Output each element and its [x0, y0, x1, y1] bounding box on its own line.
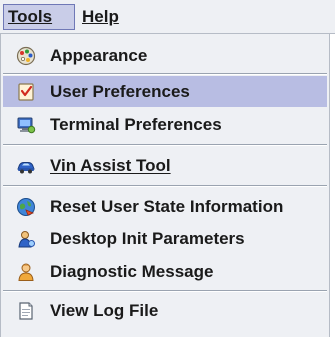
appearance-icon: [16, 46, 36, 66]
user-preferences-icon: [18, 83, 34, 101]
menu-item-label: Appearance: [50, 46, 148, 65]
menu-item-diagnostic-message[interactable]: Diagnostic Message: [3, 256, 327, 287]
menu-separator: [3, 144, 327, 146]
menu-item-terminal-preferences[interactable]: Terminal Preferences: [3, 109, 327, 140]
menu-item-label: Vin Assist Tool: [50, 156, 171, 175]
menu-help[interactable]: Help: [78, 4, 138, 30]
document-icon: [19, 302, 33, 320]
menu-item-appearance[interactable]: Appearance: [3, 40, 327, 71]
menu-item-desktop-init-parameters[interactable]: Desktop Init Parameters: [3, 223, 327, 254]
desktop-init-icon: [18, 231, 35, 248]
menu-item-label: Diagnostic Message: [50, 262, 214, 281]
tools-dropdown-menu: Appearance User Preferences Terminal Pre…: [0, 34, 330, 337]
menu-item-label: User Preferences: [50, 82, 190, 101]
menu-item-user-preferences[interactable]: User Preferences: [3, 76, 327, 107]
menu-help-label: Help: [82, 7, 119, 26]
menu-item-label: Reset User State Information: [50, 197, 284, 216]
menu-item-label: Terminal Preferences: [50, 115, 222, 134]
menu-separator: [3, 73, 327, 75]
menu-bar: Tools Help: [0, 0, 335, 34]
user-person-icon: [18, 263, 34, 281]
menu-item-vin-assist-tool[interactable]: Vin Assist Tool: [3, 150, 327, 181]
menu-separator: [3, 185, 327, 187]
reset-globe-icon: [17, 198, 35, 216]
menu-tools-label: Tools: [8, 7, 53, 26]
menu-item-label: Desktop Init Parameters: [50, 229, 245, 248]
menu-item-reset-user-state[interactable]: Reset User State Information: [3, 191, 327, 222]
car-icon: [17, 162, 35, 174]
menu-item-view-log-file[interactable]: View Log File: [3, 295, 327, 326]
menu-tools[interactable]: Tools: [3, 4, 75, 30]
terminal-preferences-icon: [17, 117, 36, 134]
menu-item-label: View Log File: [50, 301, 159, 320]
menu-separator: [3, 290, 327, 292]
